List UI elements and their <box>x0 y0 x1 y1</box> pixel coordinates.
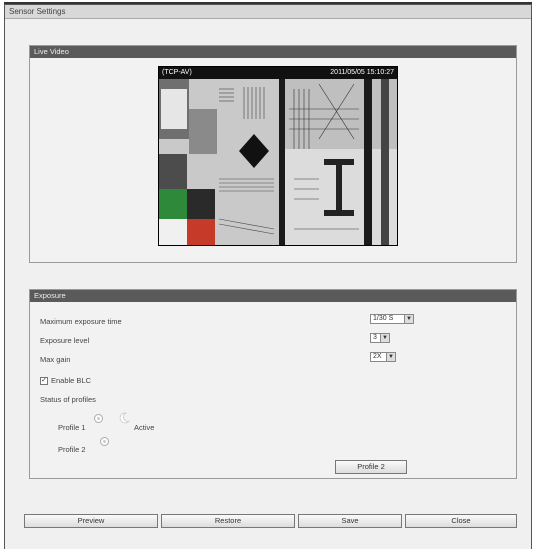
sensor-settings-window: Sensor Settings Live Video (TCP-AV) 2011… <box>4 4 532 549</box>
exposure-level-select[interactable]: 3 ▼ <box>370 333 390 343</box>
live-video-viewer[interactable]: (TCP-AV) 2011/05/05 15:10:27 <box>158 66 398 246</box>
profile1-label: Profile 1 <box>58 423 86 432</box>
status-of-profiles-label: Status of profiles <box>40 395 96 404</box>
profile1-status-text: Active <box>134 423 155 432</box>
max-exposure-time-value: 1/30 S <box>373 315 394 322</box>
close-button[interactable]: Close <box>405 514 517 528</box>
video-timestamp: 2011/05/05 15:10:27 <box>330 69 394 76</box>
video-frame <box>159 79 397 245</box>
video-protocol-label: (TCP-AV) <box>162 69 192 76</box>
moon-icon <box>119 412 130 424</box>
max-gain-label: Max gain <box>40 355 71 364</box>
restore-button[interactable]: Restore <box>161 514 295 528</box>
max-exposure-time-label: Maximum exposure time <box>40 317 122 326</box>
enable-blc-label: Enable BLC <box>51 376 92 385</box>
video-overlay-bar: (TCP-AV) 2011/05/05 15:10:27 <box>159 67 397 79</box>
chevron-down-icon: ▼ <box>380 334 389 342</box>
max-gain-value: 2X <box>373 353 382 360</box>
profile2-button[interactable]: Profile 2 <box>335 460 407 474</box>
save-button[interactable]: Save <box>298 514 402 528</box>
chevron-down-icon: ▼ <box>404 315 413 323</box>
max-exposure-time-select[interactable]: 1/30 S ▼ <box>370 314 414 324</box>
exposure-level-label: Exposure level <box>40 336 90 345</box>
exposure-level-value: 3 <box>373 334 377 341</box>
live-video-header: Live Video <box>30 46 516 58</box>
chevron-down-icon: ▼ <box>386 353 395 361</box>
profile1-status-indicator <box>94 414 103 423</box>
exposure-header: Exposure <box>30 290 516 302</box>
live-video-section: Live Video (TCP-AV) 2011/05/05 15:10:27 <box>29 45 517 263</box>
preview-button[interactable]: Preview <box>24 514 158 528</box>
profile2-label: Profile 2 <box>58 445 86 454</box>
enable-blc-checkbox[interactable]: ✓ <box>40 377 48 385</box>
window-title: Sensor Settings <box>5 5 531 19</box>
exposure-section: Exposure Maximum exposure time 1/30 S ▼ … <box>29 289 517 479</box>
camera-test-chart-image <box>159 79 397 245</box>
max-gain-select[interactable]: 2X ▼ <box>370 352 396 362</box>
profile2-status-indicator <box>100 437 109 446</box>
